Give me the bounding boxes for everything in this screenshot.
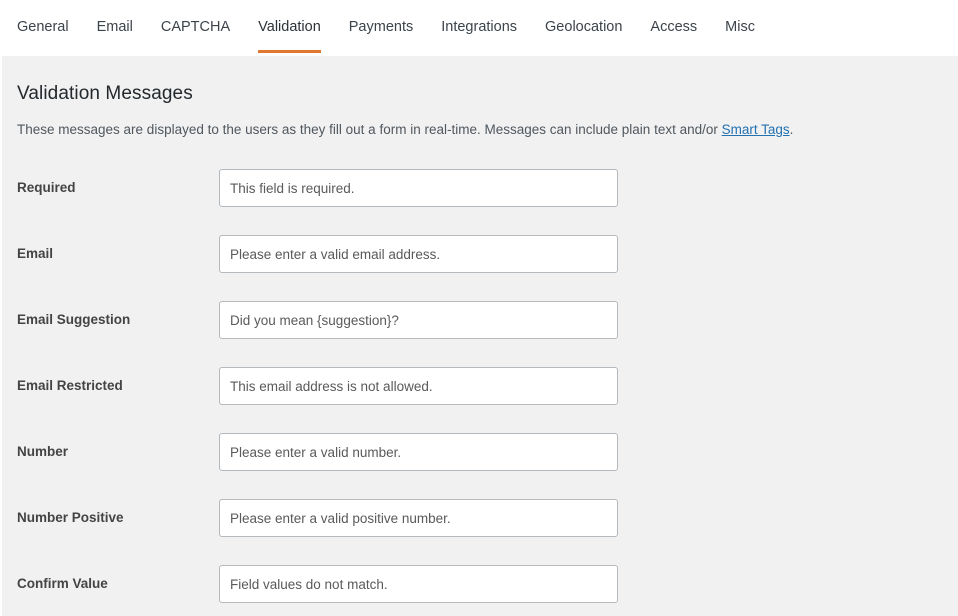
page-description: These messages are displayed to the user… <box>17 106 958 139</box>
field-label-confirm-value: Confirm Value <box>17 575 219 593</box>
smart-tags-link[interactable]: Smart Tags <box>722 122 790 137</box>
tab-validation[interactable]: Validation <box>244 0 335 56</box>
validation-message-row: Confirm Value <box>17 565 958 603</box>
field-input-email-suggestion[interactable] <box>219 301 618 339</box>
settings-tabbar: GeneralEmailCAPTCHAValidationPaymentsInt… <box>0 0 958 56</box>
tab-email[interactable]: Email <box>83 0 147 56</box>
validation-messages-list: Required Email Email Suggestion Email Restr… <box>17 169 958 603</box>
validation-message-row: Email Suggestion <box>17 301 958 339</box>
page-description-text-after: . <box>790 122 794 137</box>
tab-list: GeneralEmailCAPTCHAValidationPaymentsInt… <box>0 0 958 56</box>
field-label-required: Required <box>17 179 219 197</box>
tab-payments[interactable]: Payments <box>335 0 427 56</box>
tab-access[interactable]: Access <box>636 0 711 56</box>
tab-geolocation[interactable]: Geolocation <box>531 0 636 56</box>
field-input-number[interactable] <box>219 433 618 471</box>
validation-message-row: Required <box>17 169 958 207</box>
page-description-text-before: These messages are displayed to the user… <box>17 122 722 137</box>
tab-general[interactable]: General <box>17 0 83 56</box>
field-input-email[interactable] <box>219 235 618 273</box>
settings-page: GeneralEmailCAPTCHAValidationPaymentsInt… <box>0 0 958 616</box>
page-title: Validation Messages <box>17 56 958 106</box>
validation-message-row: Number <box>17 433 958 471</box>
tab-misc[interactable]: Misc <box>711 0 769 56</box>
validation-message-row: Email <box>17 235 958 273</box>
field-input-required[interactable] <box>219 169 618 207</box>
field-input-email-restricted[interactable] <box>219 367 618 405</box>
field-label-email-suggestion: Email Suggestion <box>17 311 219 329</box>
field-input-confirm-value[interactable] <box>219 565 618 603</box>
validation-message-row: Email Restricted <box>17 367 958 405</box>
settings-content-panel: Validation Messages These messages are d… <box>0 56 958 616</box>
field-label-email-restricted: Email Restricted <box>17 377 219 395</box>
field-input-number-positive[interactable] <box>219 499 618 537</box>
validation-message-row: Number Positive <box>17 499 958 537</box>
field-label-email: Email <box>17 245 219 263</box>
tab-captcha[interactable]: CAPTCHA <box>147 0 244 56</box>
tab-integrations[interactable]: Integrations <box>427 0 531 56</box>
field-label-number-positive: Number Positive <box>17 509 219 527</box>
field-label-number: Number <box>17 443 219 461</box>
